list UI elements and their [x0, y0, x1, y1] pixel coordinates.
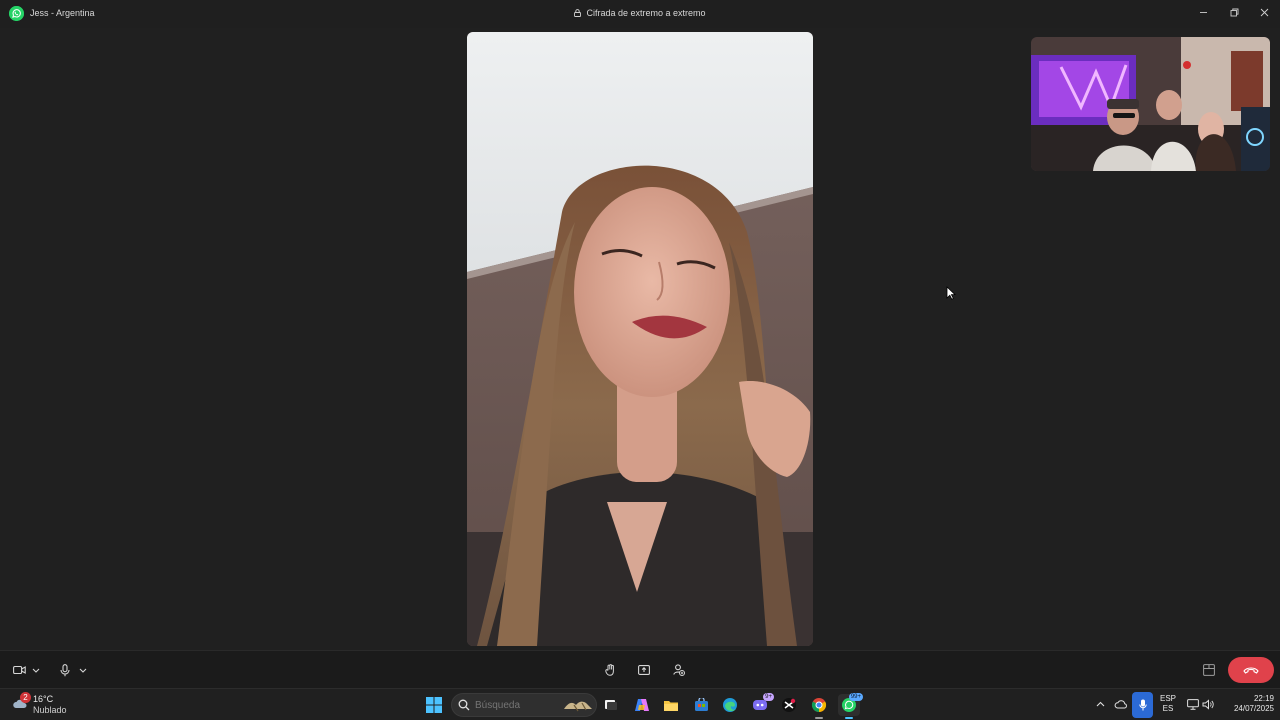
active-app-indicator	[815, 717, 823, 719]
onedrive-button[interactable]	[1113, 697, 1129, 711]
raise-hand-button[interactable]	[601, 661, 619, 679]
taskbar-app-file-explorer[interactable]	[660, 694, 682, 716]
chevron-down-icon	[32, 668, 40, 673]
weather-temperature: 16°C	[33, 694, 54, 704]
weather-condition: Nublado	[33, 705, 67, 715]
camera-icon	[12, 665, 26, 675]
layout-icon	[1203, 664, 1215, 676]
taskbar-app-edge[interactable]	[719, 694, 741, 716]
self-video[interactable]	[1031, 37, 1270, 171]
encryption-label: Cifrada de extremo a extremo	[586, 8, 706, 18]
close-button[interactable]	[1249, 2, 1279, 22]
add-person-button[interactable]	[670, 661, 688, 679]
search-icon	[458, 699, 470, 711]
remote-video-frame	[467, 32, 813, 646]
minimize-button[interactable]	[1188, 2, 1218, 22]
whatsapp-badge: 99+	[848, 693, 863, 701]
language-primary: ESP	[1159, 694, 1176, 703]
search-highlight-icon	[564, 701, 592, 712]
taskbar-app-copilot[interactable]	[631, 694, 653, 716]
active-app-indicator	[845, 717, 853, 719]
search-input[interactable]	[475, 700, 555, 711]
volume-button[interactable]	[1201, 697, 1215, 711]
self-video-frame	[1031, 37, 1270, 171]
restore-button[interactable]	[1219, 2, 1249, 22]
clock-time: 22:19	[1253, 694, 1274, 703]
folder-icon	[664, 700, 678, 711]
lock-icon	[574, 9, 582, 17]
language-secondary: ES	[1162, 704, 1174, 713]
restore-icon	[1230, 8, 1238, 16]
taskbar-app-task-view[interactable]	[600, 694, 622, 716]
show-hidden-icons-button[interactable]	[1094, 697, 1106, 711]
onedrive-cloud-icon	[1114, 699, 1127, 708]
taskbar-app-capcut[interactable]	[778, 694, 800, 716]
share-screen-icon	[638, 665, 650, 675]
minimize-icon	[1199, 11, 1207, 13]
taskbar-app-discord[interactable]: 9+	[749, 693, 774, 716]
microphone-icon	[60, 663, 70, 676]
taskbar-app-whatsapp[interactable]: 99+	[838, 693, 863, 719]
remote-video[interactable]	[467, 32, 813, 646]
microphone-options-button[interactable]	[77, 661, 89, 679]
taskbar-clock[interactable]: 22:19 24/07/2025	[1220, 694, 1274, 714]
windows-taskbar: 2 16°C Nublado 9+ 99+	[0, 688, 1280, 720]
chevron-up-icon	[1096, 701, 1104, 707]
encryption-status: Cifrada de extremo a extremo	[0, 8, 1280, 18]
title-bar: Jess - Argentina Cifrada de extremo a ex…	[0, 0, 1280, 28]
raise-hand-icon	[604, 664, 614, 676]
taskbar-app-chrome[interactable]	[808, 694, 830, 719]
task-view-icon	[605, 700, 617, 710]
chevron-down-icon	[79, 668, 87, 673]
network-button[interactable]	[1186, 697, 1200, 711]
store-icon	[694, 698, 708, 711]
clock-date: 24/07/2025	[1233, 704, 1274, 713]
discord-badge: 9+	[763, 693, 774, 701]
close-icon	[1260, 8, 1268, 16]
camera-toggle-button[interactable]	[10, 661, 28, 679]
taskbar-search[interactable]	[451, 693, 597, 717]
mouse-cursor	[946, 286, 956, 300]
microphone-in-use-indicator[interactable]	[1132, 692, 1153, 718]
add-person-icon	[673, 664, 685, 676]
network-monitor-icon	[1187, 698, 1199, 710]
layout-button[interactable]	[1200, 661, 1218, 679]
capcut-icon	[782, 698, 796, 712]
taskbar-app-microsoft-store[interactable]	[690, 694, 712, 716]
input-language-indicator[interactable]: ESP ES	[1158, 694, 1178, 714]
speaker-icon	[1202, 698, 1214, 710]
edge-icon	[723, 698, 737, 712]
microphone-icon	[1138, 699, 1147, 711]
windows-start-icon[interactable]	[426, 697, 442, 713]
end-call-button[interactable]	[1228, 657, 1274, 683]
chrome-icon	[811, 698, 827, 713]
weather-notification-badge: 2	[20, 692, 31, 703]
share-screen-button[interactable]	[635, 661, 653, 679]
microphone-toggle-button[interactable]	[57, 661, 73, 679]
call-stage	[0, 28, 1280, 650]
camera-options-button[interactable]	[30, 661, 42, 679]
end-call-icon	[1243, 667, 1259, 674]
call-controls-bar	[0, 650, 1280, 688]
copilot-icon	[635, 699, 649, 711]
